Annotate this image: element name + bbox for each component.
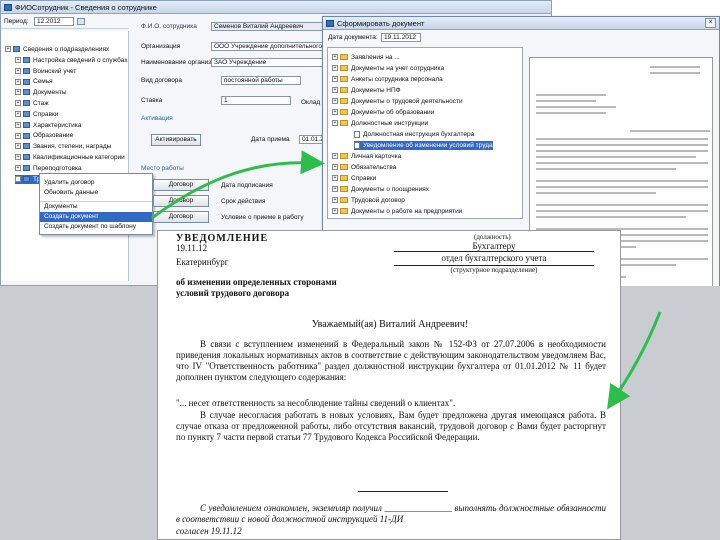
flow-arrows (151, 150, 662, 410)
arrow-to-dialog (151, 150, 325, 220)
arrow-to-document (607, 311, 662, 410)
